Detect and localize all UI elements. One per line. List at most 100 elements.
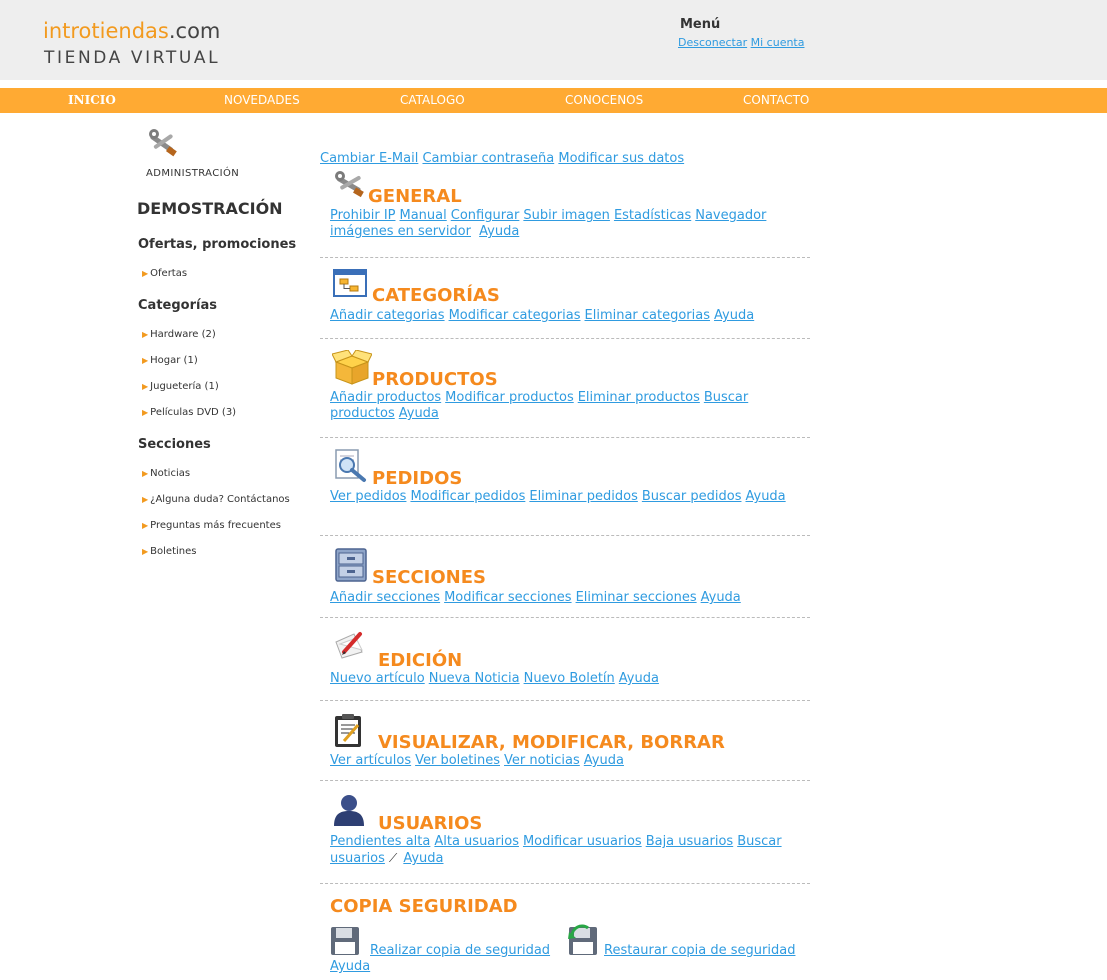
sidebar-item-label: Preguntas más frecuentes: [150, 520, 281, 531]
pending-users-link[interactable]: Pendientes alta: [330, 834, 430, 849]
user-icon: [332, 794, 368, 830]
edit-product-link[interactable]: Modificar productos: [445, 390, 574, 405]
prohibir-ip-link[interactable]: Prohibir IP: [330, 208, 396, 223]
edit-user-link[interactable]: Modificar usuarios: [523, 834, 642, 849]
sidebar-item-label: Hogar (1): [150, 355, 198, 366]
estadisticas-link[interactable]: Estadísticas: [614, 208, 691, 223]
section-title: COPIA SEGURIDAD: [330, 896, 518, 917]
tools-icon: [332, 170, 368, 202]
edit-section-link[interactable]: Modificar secciones: [444, 590, 571, 605]
nav-novedades[interactable]: NOVEDADES: [224, 93, 300, 107]
site-logo[interactable]: introtiendas.com: [43, 20, 220, 42]
sidebar-item-boletines[interactable]: ▶ Boletines: [142, 546, 196, 557]
help-link[interactable]: Ayuda: [399, 406, 439, 421]
change-email-link[interactable]: Cambiar E-Mail: [320, 151, 418, 166]
arrow-right-icon: ▶: [142, 495, 149, 504]
sidebar-item-faq[interactable]: ▶ Preguntas más frecuentes: [142, 520, 281, 531]
logo-part1: introtiendas: [43, 19, 169, 43]
manual-link[interactable]: Manual: [400, 208, 447, 223]
new-bulletin-link[interactable]: Nuevo Boletín: [524, 671, 615, 686]
edit-orders-link[interactable]: Modificar pedidos: [410, 489, 525, 504]
section-title: SECCIONES: [372, 567, 487, 588]
account-links: Cambiar E-Mail Cambiar contraseña Modifi…: [320, 151, 684, 166]
section-usuarios: USUARIOS Pendientes alta Alta usuarios Mod…: [320, 794, 810, 884]
delete-product-link[interactable]: Eliminar productos: [578, 390, 700, 405]
restore-backup-link[interactable]: Restaurar copia de seguridad: [604, 943, 795, 958]
arrow-right-icon: ▶: [142, 521, 149, 530]
section-title: PEDIDOS: [372, 468, 463, 489]
add-user-link[interactable]: Alta usuarios: [434, 834, 519, 849]
help-link[interactable]: Ayuda: [479, 224, 519, 239]
cabinet-icon: [332, 547, 370, 587]
nav-conocenos[interactable]: CONOCENOS: [565, 93, 643, 107]
category-tree-icon: [332, 268, 368, 302]
header: introtiendas.com TIENDA VIRTUAL Menú Des…: [0, 0, 1107, 80]
delete-section-link[interactable]: Eliminar secciones: [576, 590, 697, 605]
add-product-link[interactable]: Añadir productos: [330, 390, 441, 405]
view-bulletins-link[interactable]: Ver boletines: [415, 753, 500, 768]
help-link[interactable]: Ayuda: [403, 851, 443, 866]
help-link[interactable]: Ayuda: [714, 308, 754, 323]
delete-orders-link[interactable]: Eliminar pedidos: [529, 489, 638, 504]
add-category-link[interactable]: Añadir categorias: [330, 308, 445, 323]
arrow-right-icon: ▶: [142, 469, 149, 478]
help-link[interactable]: Ayuda: [745, 489, 785, 504]
sidebar-item-hogar[interactable]: ▶ Hogar (1): [142, 355, 198, 366]
change-password-link[interactable]: Cambiar contraseña: [422, 151, 554, 166]
help-link[interactable]: Ayuda: [701, 590, 741, 605]
section-visualizar: VISUALIZAR, MODIFICAR, BORRAR Ver artícu…: [320, 713, 810, 781]
arrow-right-icon: ▶: [142, 408, 149, 417]
edit-pen-icon: [332, 630, 370, 664]
restore-backup-row: Restaurar copia de seguridad Ayuda: [330, 943, 810, 975]
view-orders-link[interactable]: Ver pedidos: [330, 489, 406, 504]
edit-profile-link[interactable]: Modificar sus datos: [558, 151, 684, 166]
add-section-link[interactable]: Añadir secciones: [330, 590, 440, 605]
sidebar-item-jugueteria[interactable]: ▶ Juguetería (1): [142, 381, 219, 392]
view-news-link[interactable]: Ver noticias: [504, 753, 580, 768]
sidebar-item-hardware[interactable]: ▶ Hardware (2): [142, 329, 216, 340]
configurar-link[interactable]: Configurar: [451, 208, 520, 223]
user-menu-links: Desconectar Mi cuenta: [678, 36, 804, 49]
search-orders-link[interactable]: Buscar pedidos: [642, 489, 742, 504]
sidebar-item-label: Ofertas: [150, 268, 188, 279]
demo-title: DEMOSTRACIÓN: [137, 199, 283, 218]
new-article-link[interactable]: Nuevo artículo: [330, 671, 425, 686]
section-title: EDICIÓN: [378, 650, 463, 671]
section-links: Ver artículos Ver boletines Ver noticias Ay…: [330, 753, 810, 769]
logout-link[interactable]: Desconectar: [678, 36, 747, 49]
section-title: USUARIOS: [378, 813, 483, 834]
sidebar-item-label: Hardware (2): [150, 329, 216, 340]
view-articles-link[interactable]: Ver artículos: [330, 753, 411, 768]
box-icon: [331, 349, 373, 390]
section-title: GENERAL: [368, 186, 462, 207]
admin-tools-icon[interactable]: [146, 128, 180, 162]
new-news-link[interactable]: Nueva Noticia: [429, 671, 520, 686]
nav-catalogo[interactable]: CATALOGO: [400, 93, 465, 107]
sidebar-item-ofertas[interactable]: ▶ Ofertas: [142, 268, 187, 279]
help-link[interactable]: Ayuda: [619, 671, 659, 686]
nav-inicio[interactable]: INICIO: [68, 93, 116, 107]
nav-contacto[interactable]: CONTACTO: [743, 93, 809, 107]
edit-category-link[interactable]: Modificar categorias: [449, 308, 581, 323]
sidebar-item-label: Noticias: [150, 468, 191, 479]
section-links: Pendientes alta Alta usuarios Modificar us…: [330, 834, 810, 867]
account-link[interactable]: Mi cuenta: [751, 36, 805, 49]
sidebar-item-peliculas[interactable]: ▶ Películas DVD (3): [142, 407, 236, 418]
subir-imagen-link[interactable]: Subir imagen: [523, 208, 610, 223]
delete-category-link[interactable]: Eliminar categorias: [585, 308, 711, 323]
sidebar-item-label: Juguetería (1): [150, 381, 219, 392]
sidebar-item-contactanos[interactable]: ▶ ¿Alguna duda? Contáctanos: [142, 494, 290, 505]
help-link[interactable]: Ayuda: [584, 753, 624, 768]
logo-part2: .com: [168, 19, 221, 43]
remove-user-link[interactable]: Baja usuarios: [646, 834, 734, 849]
section-productos: PRODUCTOS Añadir productos Modificar prod…: [320, 349, 810, 438]
logo-subtitle: TIENDA VIRTUAL: [44, 48, 221, 68]
help-link[interactable]: Ayuda: [330, 959, 370, 974]
sidebar-item-noticias[interactable]: ▶ Noticias: [142, 468, 190, 479]
section-links: Añadir productos Modificar productos Elimi…: [330, 390, 810, 422]
section-general: GENERAL Prohibir IP Manual Configurar Subir…: [320, 170, 810, 258]
sidebar-item-label: Películas DVD (3): [150, 407, 237, 418]
arrow-right-icon: ▶: [142, 330, 149, 339]
section-backup: COPIA SEGURIDAD Realizar copia de seguri…: [320, 896, 810, 980]
arrow-right-icon: ▶: [142, 547, 149, 556]
